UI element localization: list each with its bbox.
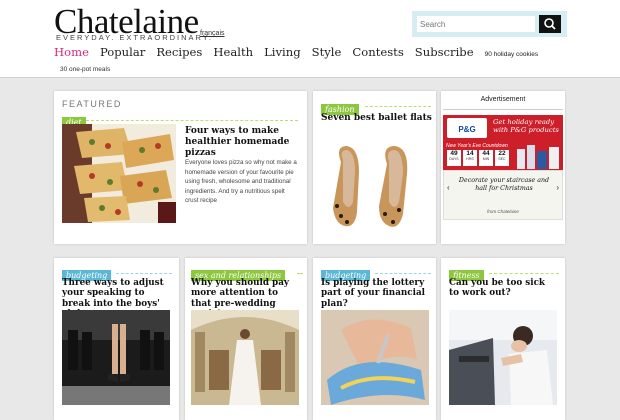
countdown-seconds: 22 SEC xyxy=(495,150,509,166)
advertisement-label: Advertisement xyxy=(480,96,526,103)
ad-divider xyxy=(443,109,563,110)
article-card[interactable]: budgeting Three ways to adjust your spea… xyxy=(54,258,179,420)
article-card[interactable]: sex and relationships Why you should pay… xyxy=(185,258,307,420)
countdown-minutes: 44 MIN xyxy=(479,150,493,166)
nav-recipes[interactable]: Recipes xyxy=(156,45,202,59)
featured-description: Everyone loves pizza so why not make a h… xyxy=(185,159,297,205)
countdown-hours: 14 HRS xyxy=(463,150,477,166)
article-card[interactable]: budgeting Is playing the lottery part of… xyxy=(313,258,436,420)
ad-from-text: from Chatelaine xyxy=(487,209,519,214)
products-image xyxy=(517,145,559,169)
fashion-card[interactable]: fashion Seven best ballet flats xyxy=(313,91,436,244)
nav-living[interactable]: Living xyxy=(264,45,301,59)
pizza-image[interactable] xyxy=(62,124,176,223)
search-box xyxy=(412,11,567,37)
francais-link[interactable]: français xyxy=(200,30,225,37)
sub-nav-one-pot-meals[interactable]: 30 one-pot meals xyxy=(60,66,110,73)
ballet-flats-image[interactable] xyxy=(321,142,426,232)
advertisement-card: Advertisement P&G Get holiday ready with… xyxy=(441,91,565,244)
featured-label: FEATURED xyxy=(62,99,122,109)
main-nav: Home Popular Recipes Health Living Style Conte… xyxy=(54,45,549,59)
tired-woman-gym-image[interactable] xyxy=(449,310,557,405)
search-button[interactable] xyxy=(539,15,561,33)
featured-title[interactable]: Four ways to make healthier homemade piz… xyxy=(185,126,297,158)
pg-logo-icon: P&G xyxy=(458,125,475,134)
bride-chapel-image[interactable] xyxy=(191,310,299,405)
tag-divider xyxy=(297,273,303,274)
nav-home[interactable]: Home xyxy=(54,45,89,59)
nav-contests[interactable]: Contests xyxy=(352,45,403,59)
article-title[interactable]: Is playing the lottery part of your fina… xyxy=(321,278,429,309)
chevron-right-icon[interactable]: › xyxy=(556,183,559,192)
tag-divider xyxy=(365,106,431,107)
search-input[interactable] xyxy=(417,16,535,32)
ad-banner[interactable]: P&G Get holiday ready with P&G products … xyxy=(443,115,563,170)
featured-card[interactable]: FEATURED diet Four ways to make healthie… xyxy=(54,91,307,244)
fashion-title[interactable]: Seven best ballet flats xyxy=(321,113,432,123)
nav-subscribe[interactable]: Subscribe xyxy=(415,45,474,59)
boardroom-heels-image[interactable] xyxy=(62,310,170,405)
article-card[interactable]: fitness Can you be too sick to work out? xyxy=(441,258,565,420)
tag-divider xyxy=(116,273,172,274)
tag-divider xyxy=(86,120,298,121)
countdown-label: New Year's Eve Countdown xyxy=(446,143,508,149)
tag-divider xyxy=(375,273,431,274)
ad-staircase-panel[interactable]: ‹ › Decorate your staircase and hall for… xyxy=(443,170,563,220)
tag-divider xyxy=(489,273,559,274)
lottery-ticket-image[interactable] xyxy=(321,310,429,405)
svg-text:P&G: P&G xyxy=(458,125,475,134)
ad-headline: Get holiday ready with P&G products xyxy=(493,118,559,135)
holiday-must-haves-badge: P&G xyxy=(447,118,487,138)
nav-holiday-cookies[interactable]: 90 holiday cookies xyxy=(485,51,538,58)
article-title[interactable]: Can you be too sick to work out? xyxy=(449,278,557,299)
nav-style[interactable]: Style xyxy=(312,45,342,59)
countdown-days: 49 DAYS xyxy=(447,150,461,166)
countdown-timer: 49 DAYS 14 HRS 44 MIN 22 SEC xyxy=(447,150,509,166)
chevron-left-icon[interactable]: ‹ xyxy=(447,183,450,192)
ad-bottom-text: Decorate your staircase and hall for Chr… xyxy=(458,177,550,193)
nav-popular[interactable]: Popular xyxy=(100,45,145,59)
search-icon xyxy=(544,18,556,30)
nav-health[interactable]: Health xyxy=(213,45,253,59)
site-header: Chatelaine EVERYDAY. EXTRAORDINARY. fran… xyxy=(0,0,620,78)
site-tagline: EVERYDAY. EXTRAORDINARY. xyxy=(56,33,213,42)
